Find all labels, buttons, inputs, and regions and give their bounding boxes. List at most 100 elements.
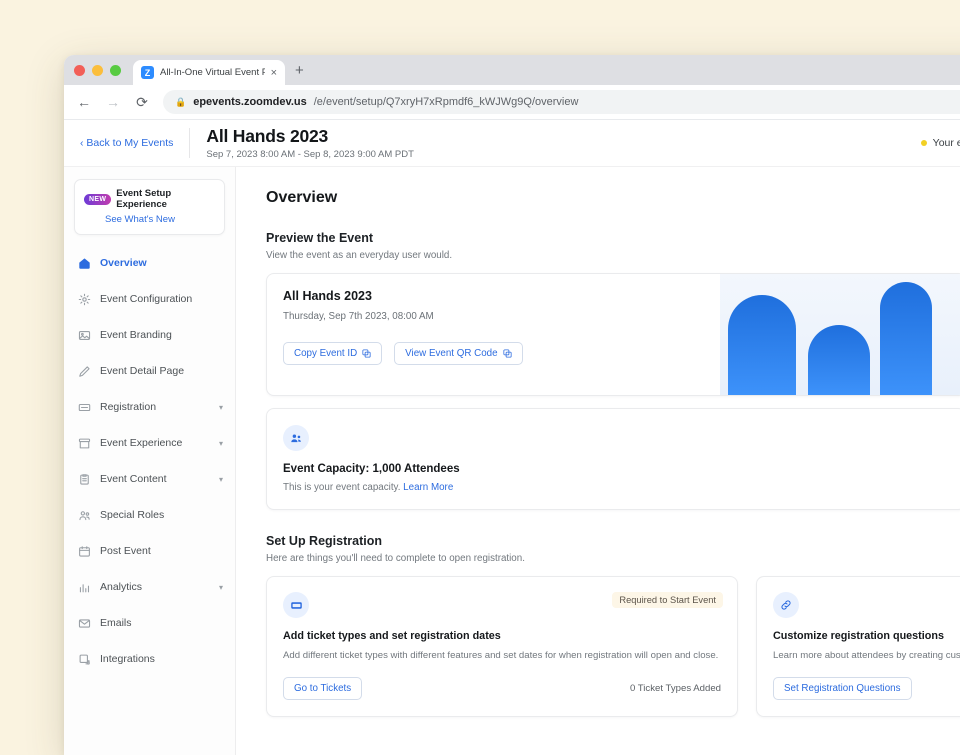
capacity-title: Event Capacity: 1,000 Attendees: [283, 463, 949, 475]
hero-bar-2: [808, 325, 870, 395]
preview-card-actions: Copy Event ID View Event QR Code: [283, 342, 720, 365]
card-title: Customize registration questions: [773, 630, 960, 642]
sidebar-item-event-configuration[interactable]: Event Configuration: [64, 281, 235, 317]
sidebar-item-label: Analytics: [100, 581, 210, 593]
browser-tab[interactable]: Z All-In-One Virtual Event Platfo ×: [133, 60, 285, 85]
stage-icon: [78, 437, 91, 450]
forward-icon[interactable]: →: [105, 94, 121, 110]
close-icon[interactable]: ×: [271, 67, 277, 79]
ticket-icon: [283, 592, 309, 618]
sidebar-item-special-roles[interactable]: Special Roles: [64, 497, 235, 533]
set-registration-questions-button[interactable]: Set Registration Questions: [773, 677, 912, 700]
preview-event-title: All Hands 2023: [283, 289, 720, 303]
new-tab-button[interactable]: +: [295, 62, 304, 85]
sidebar-item-label: Event Detail Page: [100, 365, 223, 377]
sidebar-item-label: Event Experience: [100, 437, 210, 449]
copy-event-id-button[interactable]: Copy Event ID: [283, 342, 382, 365]
sidebar-item-label: Event Branding: [100, 329, 223, 341]
pencil-icon: [78, 365, 91, 378]
event-capacity-card: Event Capacity: 1,000 Attendees This is …: [266, 408, 960, 510]
minimize-window-button[interactable]: [92, 65, 103, 76]
setup-experience-promo[interactable]: NEW Event Setup Experience See What's Ne…: [74, 179, 225, 235]
calendar-icon: [78, 545, 91, 558]
go-to-tickets-button[interactable]: Go to Tickets: [283, 677, 362, 700]
sidebar-item-registration[interactable]: Registration ▾: [64, 389, 235, 425]
status-label: Your event is in draft: [933, 137, 960, 149]
chevron-down-icon[interactable]: ▾: [219, 403, 223, 412]
sidebar-item-event-detail-page[interactable]: Event Detail Page: [64, 353, 235, 389]
chevron-down-icon[interactable]: ▾: [219, 475, 223, 484]
sidebar-item-integrations[interactable]: Integrations: [64, 641, 235, 677]
envelope-icon: [78, 617, 91, 630]
event-hero-image: [720, 274, 960, 395]
home-icon: [78, 257, 91, 270]
sidebar-item-analytics[interactable]: Analytics ▾: [64, 569, 235, 605]
preview-card-body: All Hands 2023 Thursday, Sep 7th 2023, 0…: [267, 274, 720, 395]
sidebar-item-event-experience[interactable]: Event Experience ▾: [64, 425, 235, 461]
back-icon[interactable]: ←: [76, 94, 92, 110]
maximize-window-button[interactable]: [110, 65, 121, 76]
bar-chart-icon: [78, 581, 91, 594]
see-whats-new-link[interactable]: See What's New: [105, 214, 215, 225]
ticket-icon: [78, 401, 91, 414]
ticket-icon: [78, 401, 91, 414]
chevron-down-icon[interactable]: ▾: [219, 439, 223, 448]
zoom-favicon-icon: Z: [141, 66, 154, 79]
copy-event-id-label: Copy Event ID: [294, 348, 357, 359]
back-to-my-events-link[interactable]: ‹ Back to My Events: [80, 137, 173, 149]
bar-chart-icon: [78, 581, 91, 594]
event-preview-card: All Hands 2023 Thursday, Sep 7th 2023, 0…: [266, 273, 960, 396]
address-bar[interactable]: 🔒 epevents.zoomdev.us/e/event/setup/Q7xr…: [163, 90, 960, 114]
sidebar-nav: Overview Event Configuration Event Brandin…: [64, 245, 235, 677]
sidebar-item-emails[interactable]: Emails: [64, 605, 235, 641]
learn-more-link[interactable]: Learn More: [403, 482, 453, 493]
add-ticket-types-card: Required to Start Event Add ticket types…: [266, 576, 738, 717]
sidebar-item-label: Registration: [100, 401, 210, 413]
plug-icon: [78, 653, 91, 666]
event-date-range: Sep 7, 2023 8:00 AM - Sep 8, 2023 9:00 A…: [206, 149, 414, 160]
gear-icon: [78, 293, 91, 306]
envelope-icon: [78, 617, 91, 630]
promo-title: Event Setup Experience: [116, 188, 215, 210]
browser-tabstrip: Z All-In-One Virtual Event Platfo × +: [64, 55, 960, 85]
sidebar-item-label: Post Event: [100, 545, 223, 557]
card-description: Learn more about attendees by creating c…: [773, 649, 960, 663]
close-window-button[interactable]: [74, 65, 85, 76]
sidebar-item-label: Overview: [100, 257, 223, 269]
page-title: All Hands 2023: [206, 126, 414, 147]
clipboard-icon: [78, 473, 91, 486]
window-controls: [74, 65, 121, 85]
plug-icon: [78, 653, 91, 666]
people-icon: [283, 425, 309, 451]
tab-title: All-In-One Virtual Event Platfo: [160, 67, 265, 78]
home-icon: [78, 257, 91, 270]
image-icon: [78, 329, 91, 342]
header-divider: [189, 128, 190, 158]
card-description: Add different ticket types with differen…: [283, 649, 721, 663]
promo-header: NEW Event Setup Experience: [84, 188, 215, 210]
card-footer: Set Registration Questions: [773, 677, 960, 700]
pencil-icon: [78, 365, 91, 378]
people-icon: [78, 509, 91, 522]
overview-heading: Overview: [266, 189, 960, 207]
browser-toolbar: ← → ⟳ 🔒 epevents.zoomdev.us/e/event/setu…: [64, 85, 960, 120]
new-badge: NEW: [84, 194, 111, 205]
chevron-down-icon[interactable]: ▾: [219, 583, 223, 592]
url-host: epevents.zoomdev.us: [193, 96, 307, 108]
view-event-qr-code-button[interactable]: View Event QR Code: [394, 342, 522, 365]
capacity-description: This is your event capacity. Learn More: [283, 482, 949, 493]
sidebar-item-event-content[interactable]: Event Content▾: [64, 461, 235, 497]
registration-cards-row: Required to Start Event Add ticket types…: [266, 576, 960, 717]
stage-icon: [78, 437, 91, 450]
capacity-description-text: This is your event capacity.: [283, 482, 400, 493]
header-title-group: All Hands 2023 Sep 7, 2023 8:00 AM - Sep…: [206, 126, 414, 160]
ticket-types-count: 0 Ticket Types Added: [630, 683, 721, 694]
sidebar-item-post-event[interactable]: Post Event: [64, 533, 235, 569]
reload-icon[interactable]: ⟳: [134, 94, 150, 111]
preview-section-subtitle: View the event as an everyday user would…: [266, 250, 960, 261]
people-icon: [78, 509, 91, 522]
hero-bar-3: [880, 282, 932, 395]
sidebar-item-overview[interactable]: Overview: [64, 245, 235, 281]
sidebar-item-event-branding[interactable]: Event Branding: [64, 317, 235, 353]
registration-section-subtitle: Here are things you'll need to complete …: [266, 553, 960, 564]
